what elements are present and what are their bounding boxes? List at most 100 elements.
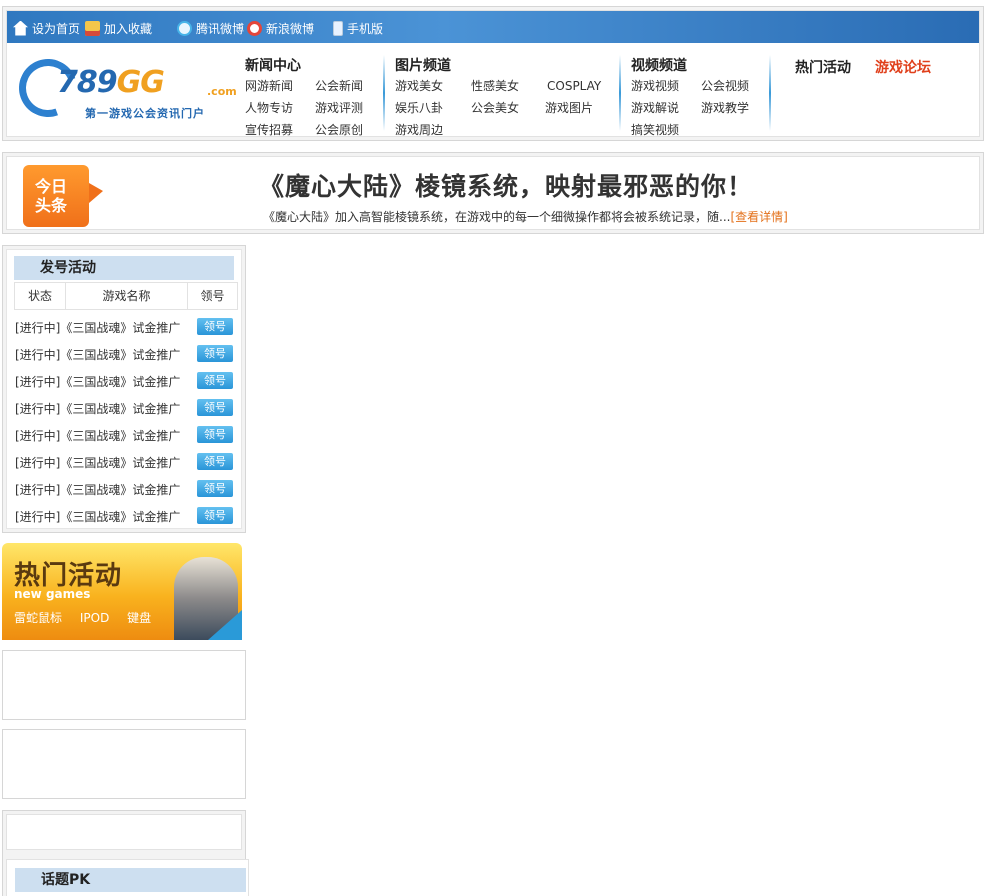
gift-status: [进行中] bbox=[15, 509, 61, 524]
top-toolbar: 设为首页 加入收藏 腾讯微博 新浪微博 手机版 bbox=[7, 11, 979, 43]
nav-pics-link[interactable]: 性感美女 bbox=[471, 77, 519, 94]
gift-game-name[interactable]: 《三国战魂》试金推广 bbox=[60, 373, 180, 390]
tag-ipod[interactable]: IPOD bbox=[80, 611, 109, 625]
gift-row: [进行中] 《三国战魂》试金推广 bbox=[15, 452, 180, 472]
set-home-label: 设为首页 bbox=[32, 21, 81, 36]
topic-pk-inner: 话题PK bbox=[6, 859, 249, 896]
gift-game-name[interactable]: 《三国战魂》试金推广 bbox=[60, 481, 180, 498]
add-favorite-link[interactable]: 加入收藏 bbox=[85, 19, 152, 37]
nav-news-link[interactable]: 公会原创 bbox=[315, 121, 363, 138]
nav-news-link[interactable]: 人物专访 bbox=[245, 99, 293, 116]
view-details-link[interactable]: [查看详情] bbox=[730, 210, 787, 224]
nav-pics-link[interactable]: 娱乐八卦 bbox=[395, 99, 443, 116]
mobile-version-label: 手机版 bbox=[347, 21, 384, 36]
gift-row: [进行中] 《三国战魂》试金推广 bbox=[15, 506, 180, 526]
logo-gg: GG bbox=[116, 65, 165, 100]
gift-row: [进行中] 《三国战魂》试金推广 bbox=[15, 344, 180, 364]
gift-game-name[interactable]: 《三国战魂》试金推广 bbox=[60, 400, 180, 417]
hot-events-banner[interactable]: 热门活动 new games 雷蛇鼠标 IPOD 键盘 bbox=[2, 543, 242, 640]
badge-line-2: 头条 bbox=[35, 196, 68, 215]
gift-status: [进行中] bbox=[15, 428, 61, 443]
nav-divider bbox=[383, 55, 385, 131]
headline-description: 《魔心大陆》加入高智能棱镜系统，在游戏中的每一个细微操作都将会被系统记录，随..… bbox=[263, 208, 788, 225]
gift-row: [进行中] 《三国战魂》试金推广 bbox=[15, 425, 180, 445]
nav-news-link[interactable]: 公会新闻 bbox=[315, 77, 363, 94]
nav-game-forum[interactable]: 游戏论坛 bbox=[875, 57, 931, 77]
home-icon bbox=[13, 20, 28, 36]
phone-icon bbox=[333, 20, 343, 36]
nav-pics-link[interactable]: 游戏美女 bbox=[395, 77, 443, 94]
nav-pics-link[interactable]: 公会美女 bbox=[471, 99, 519, 116]
headline-section: 今日 头条 《魔心大陆》棱镜系统，映射最邪恶的你！ 《魔心大陆》加入高智能棱镜系… bbox=[2, 152, 984, 234]
topic-pk-top-box bbox=[6, 814, 242, 850]
gift-row: [进行中] 《三国战魂》试金推广 bbox=[15, 371, 180, 391]
header-inner: 设为首页 加入收藏 腾讯微博 新浪微博 手机版 789GG .com 第一游戏公… bbox=[6, 10, 980, 137]
nav-news-link[interactable]: 宣传招募 bbox=[245, 121, 293, 138]
nav-pics-link[interactable]: 游戏图片 bbox=[545, 99, 593, 116]
get-code-button[interactable]: 领号 bbox=[197, 345, 233, 362]
today-headline-badge: 今日 头条 bbox=[23, 165, 103, 227]
tag-keyboard[interactable]: 键盘 bbox=[127, 611, 151, 625]
hot-banner-tags: 雷蛇鼠标 IPOD 键盘 bbox=[14, 609, 165, 626]
nav-news-link[interactable]: 游戏评测 bbox=[315, 99, 363, 116]
hot-banner-subtitle: new games bbox=[14, 587, 91, 601]
get-code-button[interactable]: 领号 bbox=[197, 453, 233, 470]
gift-panel-inner: 发号活动 状态 游戏名称 领号 [进行中] 《三国战魂》试金推广 领号 [进行中] 《三… bbox=[6, 249, 242, 529]
nav-video-link[interactable]: 搞笑视频 bbox=[631, 121, 679, 138]
get-code-button[interactable]: 领号 bbox=[197, 480, 233, 497]
get-code-button[interactable]: 领号 bbox=[197, 399, 233, 416]
nav-divider bbox=[769, 55, 771, 131]
col-status: 状态 bbox=[14, 282, 66, 310]
logo-789: 789 bbox=[57, 65, 118, 100]
gift-status: [进行中] bbox=[15, 482, 61, 497]
tencent-weibo-link[interactable]: 腾讯微博 bbox=[177, 19, 244, 37]
nav-news-title[interactable]: 新闻中心 bbox=[245, 55, 301, 75]
tag-razer-mouse[interactable]: 雷蛇鼠标 bbox=[14, 611, 62, 625]
sina-weibo-label: 新浪微博 bbox=[266, 21, 315, 36]
nav-news-link[interactable]: 网游新闻 bbox=[245, 77, 293, 94]
gift-game-name[interactable]: 《三国战魂》试金推广 bbox=[60, 454, 180, 471]
col-game-name: 游戏名称 bbox=[65, 282, 188, 310]
gift-status: [进行中] bbox=[15, 347, 61, 362]
nav-video-link[interactable]: 公会视频 bbox=[701, 77, 749, 94]
mobile-version-link[interactable]: 手机版 bbox=[333, 19, 383, 37]
tencent-weibo-icon bbox=[177, 20, 192, 36]
gift-status: [进行中] bbox=[15, 374, 61, 389]
nav-hot-events[interactable]: 热门活动 bbox=[795, 57, 851, 77]
logo-wordmark: 789GG bbox=[57, 65, 165, 100]
nav-pics-link[interactable]: COSPLAY bbox=[547, 79, 601, 93]
sina-weibo-icon bbox=[247, 20, 262, 36]
nav-video-link[interactable]: 游戏教学 bbox=[701, 99, 749, 116]
get-code-button[interactable]: 领号 bbox=[197, 426, 233, 443]
gift-game-name[interactable]: 《三国战魂》试金推广 bbox=[60, 346, 180, 363]
gift-panel-title: 发号活动 bbox=[14, 256, 234, 280]
set-home-link[interactable]: 设为首页 bbox=[13, 19, 80, 37]
logo-com: .com bbox=[207, 85, 237, 98]
ad-slot-1 bbox=[2, 650, 246, 720]
headline-title[interactable]: 《魔心大陆》棱镜系统，映射最邪恶的你！ bbox=[259, 167, 753, 203]
topic-pk-panel: 话题PK bbox=[2, 810, 249, 896]
sina-weibo-link[interactable]: 新浪微博 bbox=[247, 19, 314, 37]
gift-game-name[interactable]: 《三国战魂》试金推广 bbox=[60, 427, 180, 444]
headline-inner: 今日 头条 《魔心大陆》棱镜系统，映射最邪恶的你！ 《魔心大陆》加入高智能棱镜系… bbox=[6, 156, 980, 230]
get-code-button[interactable]: 领号 bbox=[197, 318, 233, 335]
gift-game-name[interactable]: 《三国战魂》试金推广 bbox=[60, 319, 180, 336]
nav-pics-title[interactable]: 图片频道 bbox=[395, 55, 451, 75]
ad-slot-2 bbox=[2, 729, 246, 799]
add-favorite-label: 加入收藏 bbox=[104, 21, 153, 36]
tencent-weibo-label: 腾讯微博 bbox=[196, 21, 245, 36]
gift-row: [进行中] 《三国战魂》试金推广 bbox=[15, 398, 180, 418]
gift-game-name[interactable]: 《三国战魂》试金推广 bbox=[60, 508, 180, 525]
get-code-button[interactable]: 领号 bbox=[197, 372, 233, 389]
headline-desc-text: 《魔心大陆》加入高智能棱镜系统，在游戏中的每一个细微操作都将会被系统记录，随..… bbox=[263, 210, 731, 224]
nav-video-title[interactable]: 视频频道 bbox=[631, 55, 687, 75]
site-header: 设为首页 加入收藏 腾讯微博 新浪微博 手机版 789GG .com 第一游戏公… bbox=[2, 6, 984, 141]
nav-divider bbox=[619, 55, 621, 131]
gift-row: [进行中] 《三国战魂》试金推广 bbox=[15, 479, 180, 499]
nav-pics-link[interactable]: 游戏周边 bbox=[395, 121, 443, 138]
nav-video-link[interactable]: 游戏视频 bbox=[631, 77, 679, 94]
site-logo[interactable]: 789GG .com 第一游戏公会资讯门户 bbox=[9, 49, 237, 131]
nav-video-link[interactable]: 游戏解说 bbox=[631, 99, 679, 116]
get-code-button[interactable]: 领号 bbox=[197, 507, 233, 524]
favorite-icon bbox=[85, 20, 100, 36]
